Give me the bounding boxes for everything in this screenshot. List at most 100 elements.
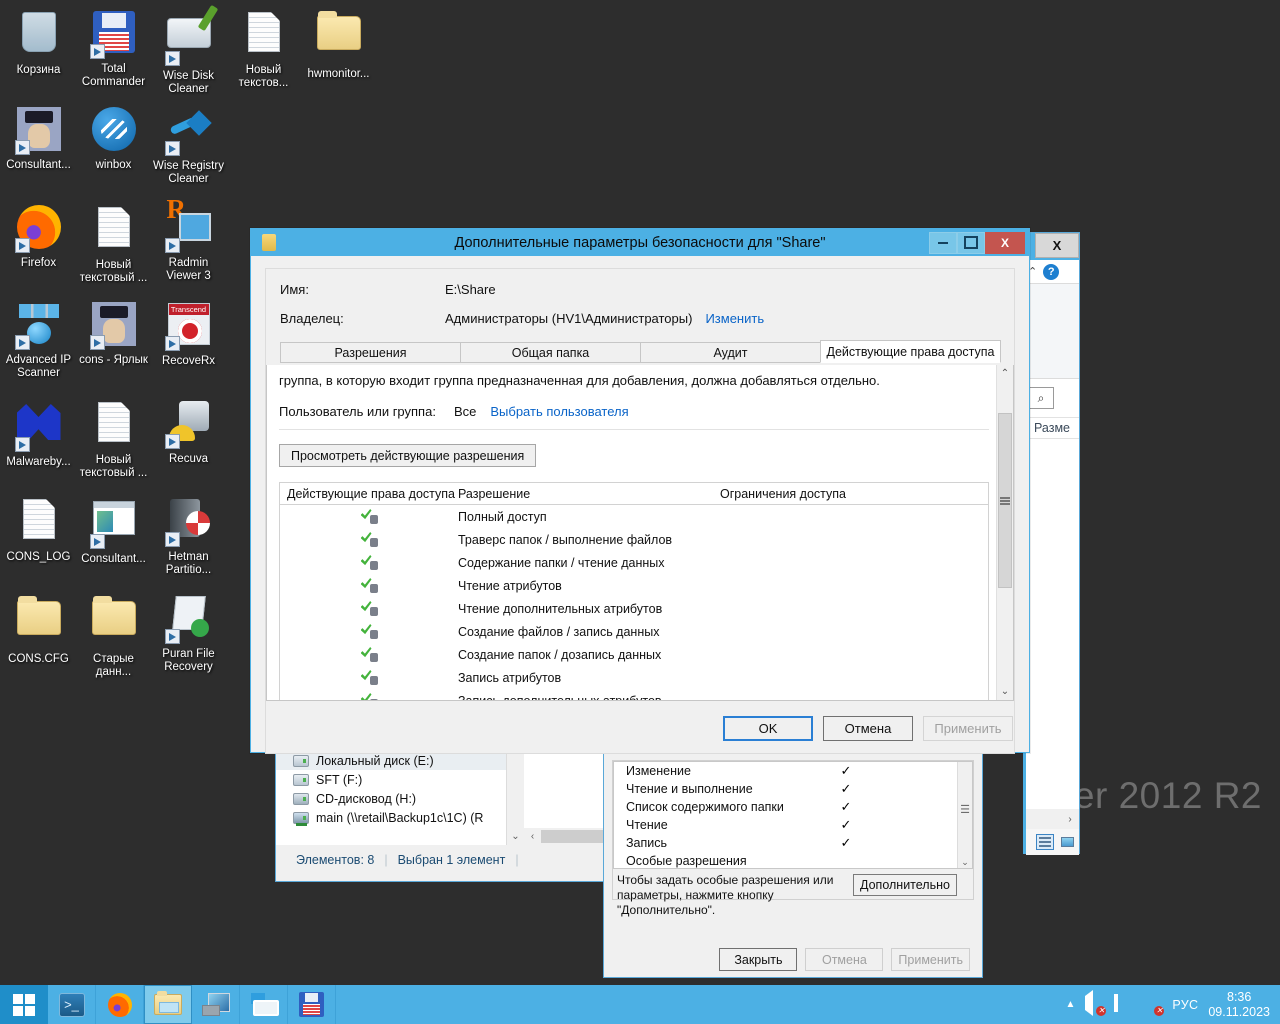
large-icons-view-icon[interactable] xyxy=(1058,834,1076,850)
permission-row[interactable]: Список содержимого папки ✓ xyxy=(614,798,972,816)
scroll-left-icon[interactable]: ‹ xyxy=(524,831,541,842)
search-icon[interactable]: ⌕ xyxy=(1028,387,1054,409)
maximize-button[interactable] xyxy=(957,231,985,254)
table-row[interactable]: Содержание папки / чтение данных xyxy=(280,551,988,574)
tab-audit[interactable]: Аудит xyxy=(640,342,821,363)
taskbar-item-firefox[interactable] xyxy=(96,985,144,1024)
desktop-icon-wise-disk-cleaner[interactable]: Wise Disk Cleaner xyxy=(151,4,226,96)
table-row[interactable]: Чтение атрибутов xyxy=(280,574,988,597)
advanced-security-settings-dialog[interactable]: Дополнительные параметры безопасности дл… xyxy=(250,228,1030,754)
details-view-icon[interactable] xyxy=(1036,834,1054,850)
window-controls[interactable]: X xyxy=(929,231,1025,254)
tab-strip[interactable]: Разрешения Общая папка Аудит Действующие… xyxy=(280,340,1001,363)
desktop-icon-cons-log[interactable]: CONS_LOG xyxy=(1,495,76,564)
tree-item-sft-f[interactable]: SFT (F:) xyxy=(276,770,506,789)
desktop-icon-recuva[interactable]: Recuva xyxy=(151,398,226,466)
table-row[interactable]: Траверс папок / выполнение файлов xyxy=(280,528,988,551)
desktop-icon-puran-file-recovery[interactable]: Puran File Recovery xyxy=(151,593,226,674)
desktop-icon-consultant-1[interactable]: Consultant... xyxy=(1,105,76,172)
permissions-list[interactable]: Изменение ✓ Чтение и выполнение ✓ Список… xyxy=(613,761,973,869)
desktop-icon-advanced-ip-scanner[interactable]: Advanced IP Scanner xyxy=(1,300,76,380)
scroll-down-icon[interactable]: ⌄ xyxy=(997,683,1013,700)
column-header-permission[interactable]: Разрешение xyxy=(458,487,720,501)
desktop-icon-korzina[interactable]: Корзина xyxy=(1,8,76,77)
help-icon[interactable]: ? xyxy=(1043,263,1060,280)
table-row[interactable]: Запись дополнительных атрибутов xyxy=(280,689,988,700)
table-row[interactable]: Запись атрибутов xyxy=(280,666,988,689)
volume-muted-icon[interactable]: ✕ xyxy=(1085,989,1107,1016)
taskbar-item-server-manager[interactable] xyxy=(192,985,240,1024)
permission-row[interactable]: Чтение ✓ xyxy=(614,816,972,834)
column-header-effective-access[interactable]: Действующие права доступа xyxy=(280,487,458,501)
tab-share[interactable]: Общая папка xyxy=(460,342,641,363)
minimize-button[interactable] xyxy=(929,231,957,254)
desktop-icon-malwarebytes[interactable]: Malwareby... xyxy=(1,398,76,469)
taskbar-item-powershell[interactable]: >_ xyxy=(48,985,96,1024)
advanced-button[interactable]: Дополнительно xyxy=(853,874,957,896)
file-list-empty-area[interactable] xyxy=(1026,579,1079,809)
effective-access-scrollbar[interactable]: ⌃ ⌄ xyxy=(996,365,1013,700)
taskbar[interactable]: >_ ▲ ✕ ✕ РУС 8:36 09.11.2023 xyxy=(0,985,1280,1024)
desktop-icon-winbox[interactable]: winbox xyxy=(76,105,151,172)
system-tray[interactable]: ▲ ✕ ✕ РУС 8:36 09.11.2023 xyxy=(1066,989,1280,1020)
cancel-button[interactable]: Отмена xyxy=(805,948,884,971)
permission-row[interactable]: Особые разрешения xyxy=(614,852,972,868)
view-effective-access-button[interactable]: Просмотреть действующие разрешения xyxy=(279,444,537,467)
desktop-icon-old-data[interactable]: Старые данн... xyxy=(76,593,151,679)
effective-access-pane[interactable]: группа, в которую входит группа предназн… xyxy=(266,365,1014,701)
right-window-titlebar[interactable]: X xyxy=(1026,233,1079,260)
desktop-icon-new-text-document-2[interactable]: Новый текстовый ... xyxy=(76,203,151,285)
permissions-scrollbar[interactable]: ☰ ⌄ xyxy=(957,762,972,868)
desktop-icon-recoverx[interactable]: RecoveRx xyxy=(151,300,226,368)
file-list[interactable] xyxy=(1026,439,1079,579)
column-header-size[interactable]: Разме xyxy=(1026,417,1079,439)
tree-item-network-main[interactable]: main (\\retail\Backup1c\1C) (R xyxy=(276,808,506,827)
allow-checkmark-icon[interactable]: ✓ xyxy=(836,835,856,851)
ok-button[interactable]: OK xyxy=(723,715,813,741)
scrollbar-thumb[interactable]: ☰ xyxy=(960,803,970,816)
scroll-down-icon[interactable]: ⌄ xyxy=(961,857,969,868)
scrollbar-track[interactable] xyxy=(507,749,524,828)
desktop-icon-hetman-partition[interactable]: Hetman Partitio... xyxy=(151,495,226,577)
search-row[interactable]: ⌕ xyxy=(1026,379,1079,417)
desktop-icon-hwmonitor[interactable]: hwmonitor... xyxy=(301,8,376,81)
permission-row[interactable]: Изменение ✓ xyxy=(614,762,972,780)
change-owner-link[interactable]: Изменить xyxy=(705,311,764,326)
action-center-flag-icon[interactable]: ✕ xyxy=(1143,996,1165,1016)
desktop-icon-cons-shortcut[interactable]: cons - Ярлык xyxy=(76,300,151,367)
desktop-icon-firefox[interactable]: Firefox xyxy=(1,203,76,270)
scroll-up-icon[interactable]: ⌃ xyxy=(997,365,1013,382)
effective-access-table[interactable]: Действующие права доступа Разрешение Огр… xyxy=(279,482,989,700)
background-explorer-window-right[interactable]: X ⌃ ? ⌕ Разме › xyxy=(1023,232,1080,855)
folder-properties-dialog[interactable]: Изменение ✓ Чтение и выполнение ✓ Список… xyxy=(603,748,983,978)
navigation-pane-scrollbar[interactable]: ⌄ xyxy=(506,749,524,845)
apply-button[interactable]: Применить xyxy=(891,948,970,971)
table-row[interactable]: Чтение дополнительных атрибутов xyxy=(280,597,988,620)
table-row[interactable]: Создание файлов / запись данных xyxy=(280,620,988,643)
cancel-button[interactable]: Отмена xyxy=(823,715,913,741)
table-row[interactable]: Создание папок / дозапись данных xyxy=(280,643,988,666)
horizontal-scrollbar[interactable]: › xyxy=(1026,809,1079,829)
close-button[interactable]: Закрыть xyxy=(719,948,798,971)
column-header-access-limits[interactable]: Ограничения доступа xyxy=(720,487,988,501)
clock[interactable]: 8:36 09.11.2023 xyxy=(1208,990,1270,1020)
navigation-pane[interactable]: Локальный диск (E:) SFT (F:) CD-дисковод… xyxy=(276,749,506,845)
desktop-icon-consultant-2[interactable]: Consultant... xyxy=(76,495,151,566)
apply-button[interactable]: Применить xyxy=(923,715,1013,741)
allow-checkmark-icon[interactable]: ✓ xyxy=(836,763,856,779)
desktop-icon-wise-registry-cleaner[interactable]: Wise Registry Cleaner xyxy=(151,105,226,186)
network-icon[interactable] xyxy=(1114,993,1133,1014)
allow-checkmark-icon[interactable]: ✓ xyxy=(836,817,856,833)
dialog-titlebar[interactable]: Дополнительные параметры безопасности дл… xyxy=(251,229,1029,256)
tree-item-cd-drive-h[interactable]: CD-дисковод (H:) xyxy=(276,789,506,808)
close-button[interactable]: X xyxy=(985,231,1025,254)
desktop-icon-cons-cfg[interactable]: CONS.CFG xyxy=(1,593,76,666)
scrollbar-thumb[interactable] xyxy=(998,413,1012,588)
taskbar-item-admin-tools[interactable] xyxy=(240,985,288,1024)
scroll-down-icon[interactable]: ⌄ xyxy=(507,828,524,845)
tab-effective-access[interactable]: Действующие права доступа xyxy=(820,340,1001,363)
desktop-icon-new-text-document-3[interactable]: Новый текстовый ... xyxy=(76,398,151,480)
scroll-right-icon[interactable]: › xyxy=(1061,814,1079,825)
permission-row[interactable]: Чтение и выполнение ✓ xyxy=(614,780,972,798)
start-button[interactable] xyxy=(0,985,48,1024)
